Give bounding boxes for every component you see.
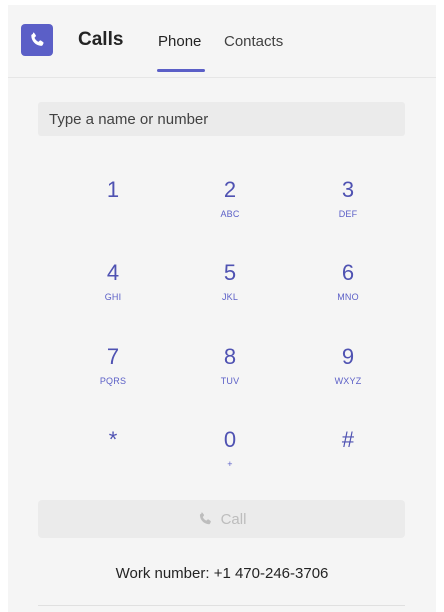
dial-key-letters: MNO bbox=[337, 292, 359, 302]
dial-key-letters: PQRS bbox=[99, 376, 127, 386]
dial-key-digit: 8 bbox=[223, 344, 237, 369]
page-title: Calls bbox=[78, 29, 124, 50]
dial-key-letters: GHI bbox=[104, 292, 122, 302]
dial-key-digit: 3 bbox=[341, 177, 355, 202]
dial-key-digit: 7 bbox=[106, 344, 120, 369]
dial-key-6[interactable]: 6 MNO bbox=[298, 260, 398, 324]
dial-key-digit: 1 bbox=[106, 177, 120, 202]
call-button[interactable]: Call bbox=[38, 500, 405, 538]
calls-app-icon bbox=[21, 24, 53, 56]
tab-phone[interactable]: Phone bbox=[158, 33, 201, 50]
active-tab-indicator bbox=[157, 69, 205, 72]
dial-key-digit: 0 bbox=[223, 427, 237, 452]
dial-key-9[interactable]: 9 WXYZ bbox=[298, 344, 398, 408]
work-number: Work number: +1 470-246-3706 bbox=[115, 565, 329, 582]
app-window: Calls Phone Contacts 1 2 ABC 3 DEF 4 GHI bbox=[0, 0, 444, 612]
dial-key-star[interactable]: * bbox=[63, 427, 163, 491]
dial-key-digit: 9 bbox=[341, 344, 355, 369]
dial-key-digit: 6 bbox=[341, 260, 355, 285]
dial-key-letters: WXYZ bbox=[334, 376, 362, 386]
dial-key-letters: + bbox=[227, 459, 233, 469]
call-button-label: Call bbox=[220, 510, 247, 528]
dial-key-1[interactable]: 1 bbox=[63, 177, 163, 241]
dial-key-hash[interactable]: # bbox=[298, 427, 398, 491]
dial-key-8[interactable]: 8 TUV bbox=[180, 344, 280, 408]
search-input[interactable] bbox=[38, 102, 405, 136]
dial-key-digit: 4 bbox=[106, 260, 120, 285]
dial-key-letters: TUV bbox=[220, 376, 240, 386]
tab-contacts[interactable]: Contacts bbox=[224, 33, 283, 50]
dial-key-letters: ABC bbox=[220, 209, 240, 219]
dial-key-digit: 5 bbox=[223, 260, 237, 285]
dial-key-letters: DEF bbox=[338, 209, 358, 219]
dial-key-digit: # bbox=[341, 427, 355, 452]
dial-key-3[interactable]: 3 DEF bbox=[298, 177, 398, 241]
dial-key-digit: 2 bbox=[223, 177, 237, 202]
dial-key-letters: JKL bbox=[221, 292, 239, 302]
dial-key-4[interactable]: 4 GHI bbox=[63, 260, 163, 324]
divider bbox=[38, 605, 405, 606]
dial-key-2[interactable]: 2 ABC bbox=[180, 177, 280, 241]
phone-icon bbox=[31, 32, 44, 46]
calls-header: Calls Phone Contacts bbox=[8, 5, 436, 78]
dial-key-digit: * bbox=[108, 427, 118, 452]
dial-key-0[interactable]: 0 + bbox=[180, 427, 280, 491]
dial-key-5[interactable]: 5 JKL bbox=[180, 260, 280, 324]
phone-icon bbox=[199, 512, 211, 525]
dial-key-7[interactable]: 7 PQRS bbox=[63, 344, 163, 408]
calls-panel: Calls Phone Contacts 1 2 ABC 3 DEF 4 GHI bbox=[8, 5, 436, 612]
